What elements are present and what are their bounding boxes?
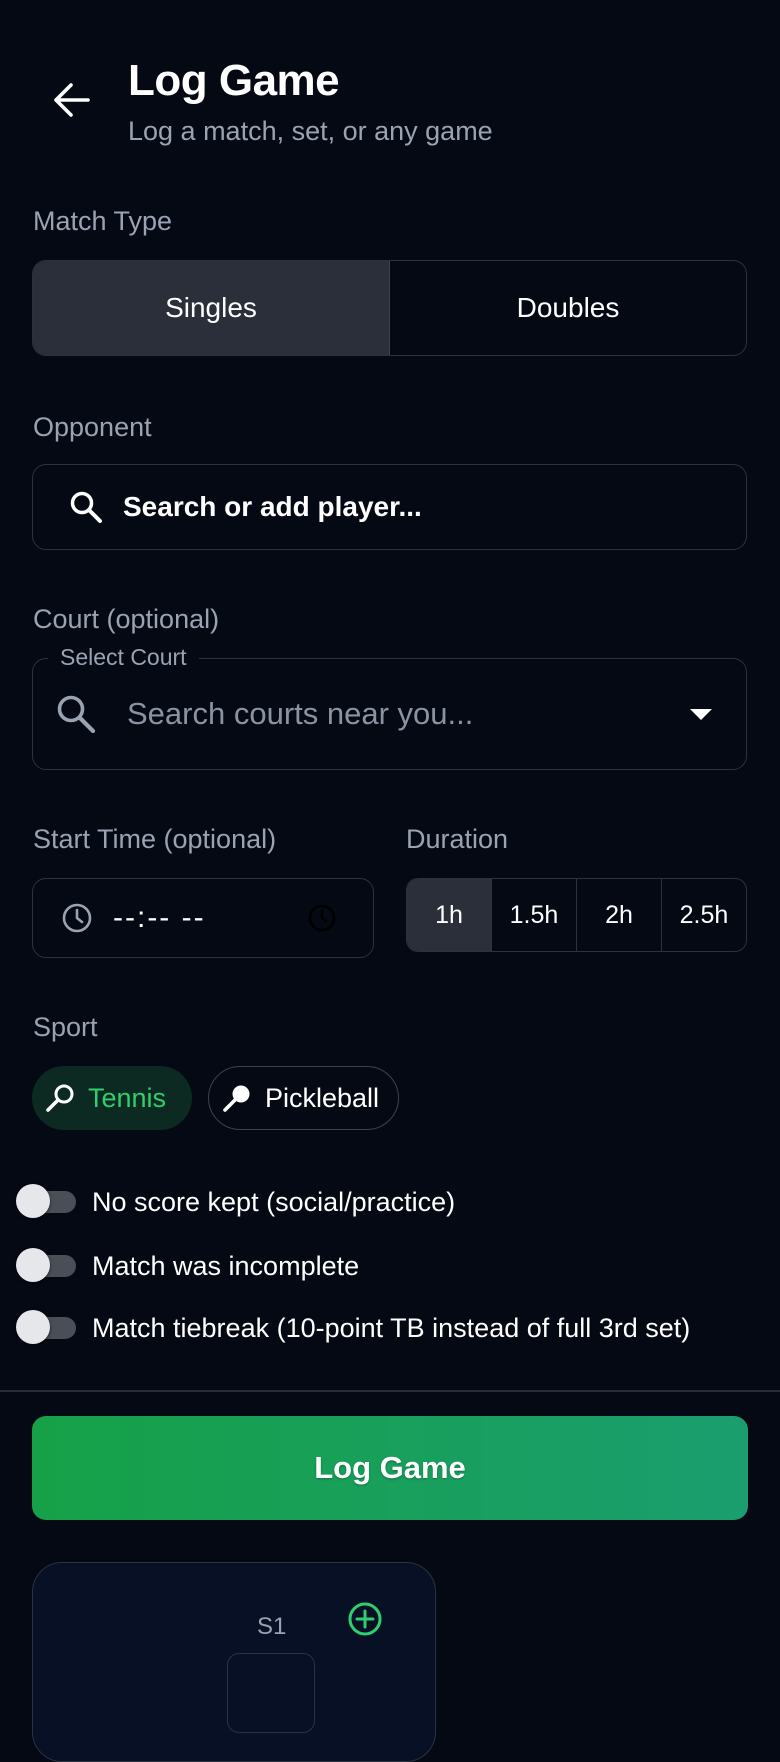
court-field-label: Select Court — [48, 644, 199, 671]
paddle-icon — [223, 1085, 250, 1112]
sport-label: Sport — [33, 1012, 98, 1042]
toggle-row-no-score: No score kept (social/practice) — [16, 1182, 456, 1222]
match-type-doubles-button[interactable]: Doubles — [390, 261, 746, 355]
divider — [0, 1390, 780, 1392]
match-tiebreak-toggle-label: Match tiebreak (10-point TB instead of f… — [92, 1313, 691, 1343]
duration-option-1h[interactable]: 1h — [407, 879, 492, 951]
duration-segmented-control: 1h 1.5h 2h 2.5h — [406, 878, 747, 952]
page-title: Log Game — [128, 56, 340, 105]
opponent-search-text: Search or add player... — [123, 491, 422, 522]
court-label: Court (optional) — [33, 604, 220, 634]
set-label: S1 — [257, 1613, 287, 1640]
start-time-input[interactable]: --:-- -- — [32, 878, 374, 958]
log-game-button[interactable]: Log Game — [32, 1416, 748, 1520]
no-score-toggle[interactable] — [16, 1184, 76, 1218]
duration-option-2-5h[interactable]: 2.5h — [662, 879, 746, 951]
start-time-label: Start Time (optional) — [33, 824, 277, 854]
duration-option-2h[interactable]: 2h — [577, 879, 662, 951]
match-type-segmented-control: Singles Doubles — [32, 260, 747, 356]
match-type-singles-button[interactable]: Singles — [33, 261, 390, 355]
search-icon — [57, 695, 96, 734]
back-button[interactable] — [48, 72, 96, 128]
match-type-label: Match Type — [33, 206, 173, 236]
chevron-down-icon[interactable] — [690, 708, 712, 720]
sport-chip-pickleball[interactable]: Pickleball — [208, 1066, 399, 1130]
page-subtitle: Log a match, set, or any game — [128, 116, 493, 146]
court-search-placeholder: Search courts near you... — [127, 696, 474, 731]
clock-icon — [62, 903, 92, 933]
duration-option-1-5h[interactable]: 1.5h — [492, 879, 577, 951]
add-set-icon[interactable] — [347, 1601, 383, 1637]
toggle-knob — [16, 1184, 50, 1218]
score-card: S1 — [32, 1562, 436, 1762]
racket-icon — [46, 1084, 74, 1112]
toggle-knob — [16, 1310, 50, 1344]
toggle-row-incomplete: Match was incomplete — [16, 1246, 360, 1286]
header: Log Game Log a match, set, or any game — [0, 0, 780, 170]
incomplete-toggle-label: Match was incomplete — [92, 1251, 360, 1281]
arrow-left-icon — [54, 83, 90, 117]
match-tiebreak-toggle[interactable] — [16, 1310, 76, 1344]
opponent-label: Opponent — [33, 412, 152, 442]
opponent-search-button[interactable]: Search or add player... — [32, 464, 747, 550]
no-score-toggle-label: No score kept (social/practice) — [92, 1187, 456, 1217]
duration-label: Duration — [406, 824, 509, 854]
incomplete-toggle[interactable] — [16, 1248, 76, 1282]
toggle-row-match-tiebreak: Match tiebreak (10-point TB instead of f… — [16, 1308, 718, 1348]
court-select-field[interactable]: Search courts near you... — [32, 658, 747, 770]
sport-chip-tennis-label: Tennis — [88, 1082, 167, 1113]
toggle-knob — [16, 1248, 50, 1282]
score-input-cell[interactable] — [227, 1653, 315, 1733]
start-time-value: --:-- -- — [113, 901, 206, 934]
sport-chip-tennis[interactable]: Tennis — [32, 1066, 192, 1130]
search-icon — [70, 491, 102, 523]
time-picker-icon[interactable] — [307, 903, 337, 933]
sport-chip-pickleball-label: Pickleball — [265, 1082, 380, 1113]
